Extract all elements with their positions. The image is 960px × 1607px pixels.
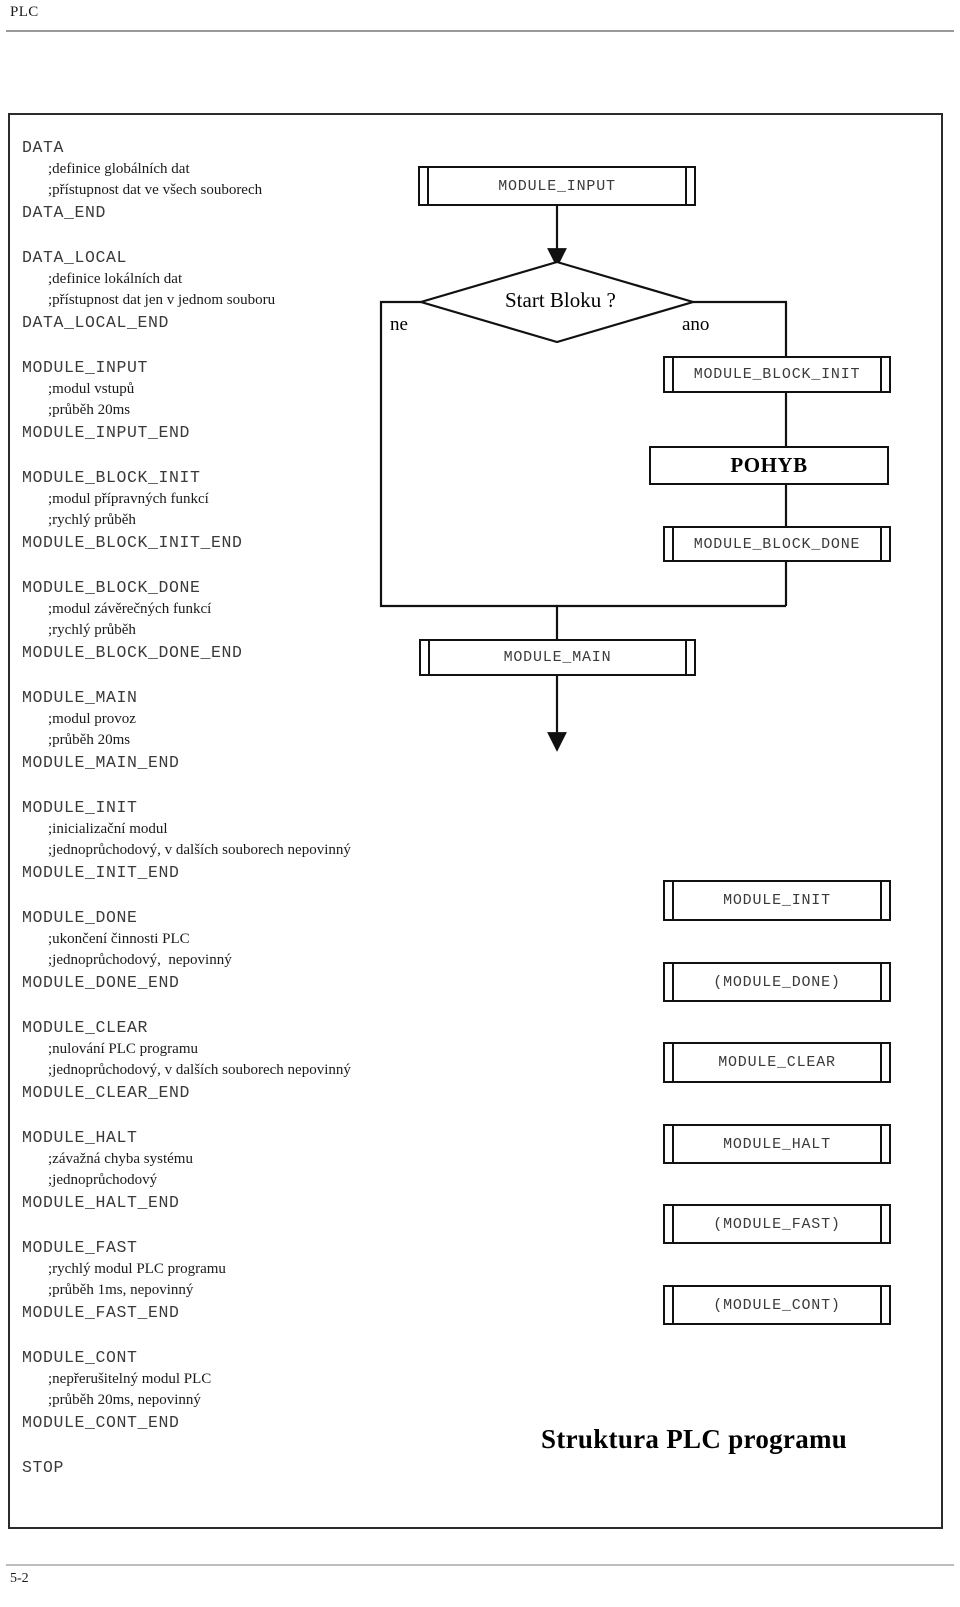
flow-node-label: (MODULE_DONE) (713, 973, 841, 991)
code-comment: ;průběh 20ms (48, 732, 131, 748)
code-block: MODULE_CONT ;nepřerušitelný modul PLC ;p… (22, 1346, 422, 1434)
code-keyword-end: MODULE_INPUT_END (22, 423, 191, 442)
code-keyword-start: MODULE_CLEAR (22, 1018, 149, 1037)
code-comment: ;jednoprůchodový, nepovinný (48, 952, 232, 968)
code-block: DATA_LOCAL ;definice lokálních dat ;přís… (22, 246, 422, 334)
footer-divider (6, 1564, 954, 1566)
code-comment: ;nulování PLC programu (48, 1041, 198, 1057)
code-comment: ;rychlý modul PLC programu (48, 1261, 226, 1277)
code-keyword-end: MODULE_BLOCK_INIT_END (22, 533, 243, 552)
code-keyword-end: MODULE_INIT_END (22, 863, 180, 882)
code-keyword-end: MODULE_CLEAR_END (22, 1083, 191, 1102)
code-comment: ;inicializační modul (48, 821, 168, 837)
code-keyword-start: MODULE_INPUT (22, 358, 149, 377)
code-comment: ;definice lokálních dat (48, 271, 183, 287)
flow-node-label: MODULE_CLEAR (718, 1054, 836, 1071)
code-keyword-start: MODULE_HALT (22, 1128, 138, 1147)
code-comment: ;průběh 1ms, nepovinný (48, 1282, 194, 1298)
code-block: MODULE_FAST ;rychlý modul PLC programu ;… (22, 1236, 422, 1324)
code-comment: ;průběh 20ms (48, 402, 131, 418)
code-keyword-start: MODULE_BLOCK_INIT (22, 468, 201, 487)
code-keyword-start: MODULE_BLOCK_DONE (22, 578, 201, 597)
code-block: STOP (22, 1456, 422, 1479)
branch-label-yes: ano (682, 314, 710, 335)
plc-code-listing: DATA ;definice globálních dat ;přístupno… (22, 136, 422, 1479)
code-keyword-end: MODULE_BLOCK_DONE_END (22, 643, 243, 662)
code-block: MODULE_BLOCK_DONE ;modul závěrečných fun… (22, 576, 422, 664)
flow-node-module-cont: (MODULE_CONT) (663, 1285, 891, 1325)
code-block: MODULE_BLOCK_INIT ;modul přípravných fun… (22, 466, 422, 554)
code-block: MODULE_INPUT ;modul vstupů ;průběh 20ms … (22, 356, 422, 444)
code-comment: ;jednoprůchodový, v dalších souborech ne… (48, 842, 351, 858)
code-keyword-start: MODULE_INIT (22, 798, 138, 817)
flow-node-module-halt: MODULE_HALT (663, 1124, 891, 1164)
code-keyword-start: DATA (22, 138, 65, 157)
code-block: DATA ;definice globálních dat ;přístupno… (22, 136, 422, 224)
flow-node-label: MODULE_INPUT (498, 177, 616, 195)
flow-node-module-main: MODULE_MAIN (419, 639, 696, 676)
header-divider (6, 30, 954, 32)
page-header-title: PLC (10, 4, 39, 20)
flow-node-module-input: MODULE_INPUT (418, 166, 696, 206)
code-keyword-start: MODULE_CONT (22, 1348, 138, 1367)
flow-node-pohyb: POHYB (649, 446, 889, 485)
code-comment: ;průběh 20ms, nepovinný (48, 1392, 201, 1408)
code-keyword-end: MODULE_CONT_END (22, 1413, 180, 1432)
code-keyword-end: MODULE_HALT_END (22, 1193, 180, 1212)
code-comment: ;jednoprůchodový, v dalších souborech ne… (48, 1062, 351, 1078)
code-block: MODULE_HALT ;závažná chyba systému ;jedn… (22, 1126, 422, 1214)
code-keyword-end: DATA_END (22, 203, 107, 222)
page-number: 5-2 (10, 1571, 29, 1586)
code-keyword-start: MODULE_MAIN (22, 688, 138, 707)
flow-node-module-clear: MODULE_CLEAR (663, 1042, 891, 1083)
decision-label: Start Bloku ? (505, 288, 616, 312)
diagram-caption: Struktura PLC programu (541, 1424, 848, 1454)
code-block: MODULE_CLEAR ;nulování PLC programu ;jed… (22, 1016, 422, 1104)
code-keyword-start: MODULE_FAST (22, 1238, 138, 1257)
code-comment: ;modul závěrečných funkcí (48, 601, 212, 617)
document-page: PLC DATA ;definice globálních dat ;příst… (0, 0, 960, 1607)
flow-node-module-fast: (MODULE_FAST) (663, 1204, 891, 1244)
code-keyword-end: MODULE_FAST_END (22, 1303, 180, 1322)
flow-node-label: MODULE_HALT (723, 1135, 831, 1153)
code-comment: ;rychlý průběh (48, 512, 136, 528)
code-block: MODULE_INIT ;inicializační modul ;jednop… (22, 796, 422, 884)
flow-node-label: MODULE_INIT (723, 892, 831, 909)
flow-node-label: MODULE_BLOCK_INIT (693, 366, 861, 383)
code-comment: ;modul provoz (48, 711, 136, 727)
code-comment: ;přístupnost dat jen v jednom souboru (48, 292, 276, 308)
code-block: MODULE_MAIN ;modul provoz ;průběh 20ms M… (22, 686, 422, 774)
flow-node-module-block-init: MODULE_BLOCK_INIT (663, 356, 891, 393)
code-keyword-start: MODULE_DONE (22, 908, 138, 927)
code-keyword-stop: STOP (22, 1458, 65, 1477)
flow-node-label: POHYB (730, 453, 808, 477)
code-comment: ;nepřerušitelný modul PLC (48, 1371, 212, 1387)
branch-label-no: ne (390, 314, 408, 335)
code-comment: ;definice globálních dat (48, 161, 190, 177)
code-keyword-end: MODULE_DONE_END (22, 973, 180, 992)
code-keyword-end: DATA_LOCAL_END (22, 313, 170, 332)
flow-node-module-block-done: MODULE_BLOCK_DONE (663, 526, 891, 562)
code-comment: ;přístupnost dat ve všech souborech (48, 182, 263, 198)
code-comment: ;jednoprůchodový (48, 1172, 158, 1188)
flow-node-label: MODULE_MAIN (503, 649, 612, 666)
code-keyword-start: DATA_LOCAL (22, 248, 128, 267)
code-comment: ;rychlý průběh (48, 622, 136, 638)
code-comment: ;modul přípravných funkcí (48, 491, 209, 507)
flow-node-module-done: (MODULE_DONE) (663, 962, 891, 1002)
code-keyword-end: MODULE_MAIN_END (22, 753, 180, 772)
code-comment: ;modul vstupů (48, 381, 135, 397)
code-comment: ;závažná chyba systému (48, 1151, 193, 1167)
flow-node-module-init: MODULE_INIT (663, 880, 891, 921)
code-comment: ;ukončení činnosti PLC (48, 931, 190, 947)
flow-node-label: MODULE_BLOCK_DONE (693, 535, 861, 553)
code-block: MODULE_DONE ;ukončení činnosti PLC ;jedn… (22, 906, 422, 994)
flow-node-label: (MODULE_CONT) (713, 1296, 841, 1314)
flow-node-label: (MODULE_FAST) (713, 1215, 841, 1233)
